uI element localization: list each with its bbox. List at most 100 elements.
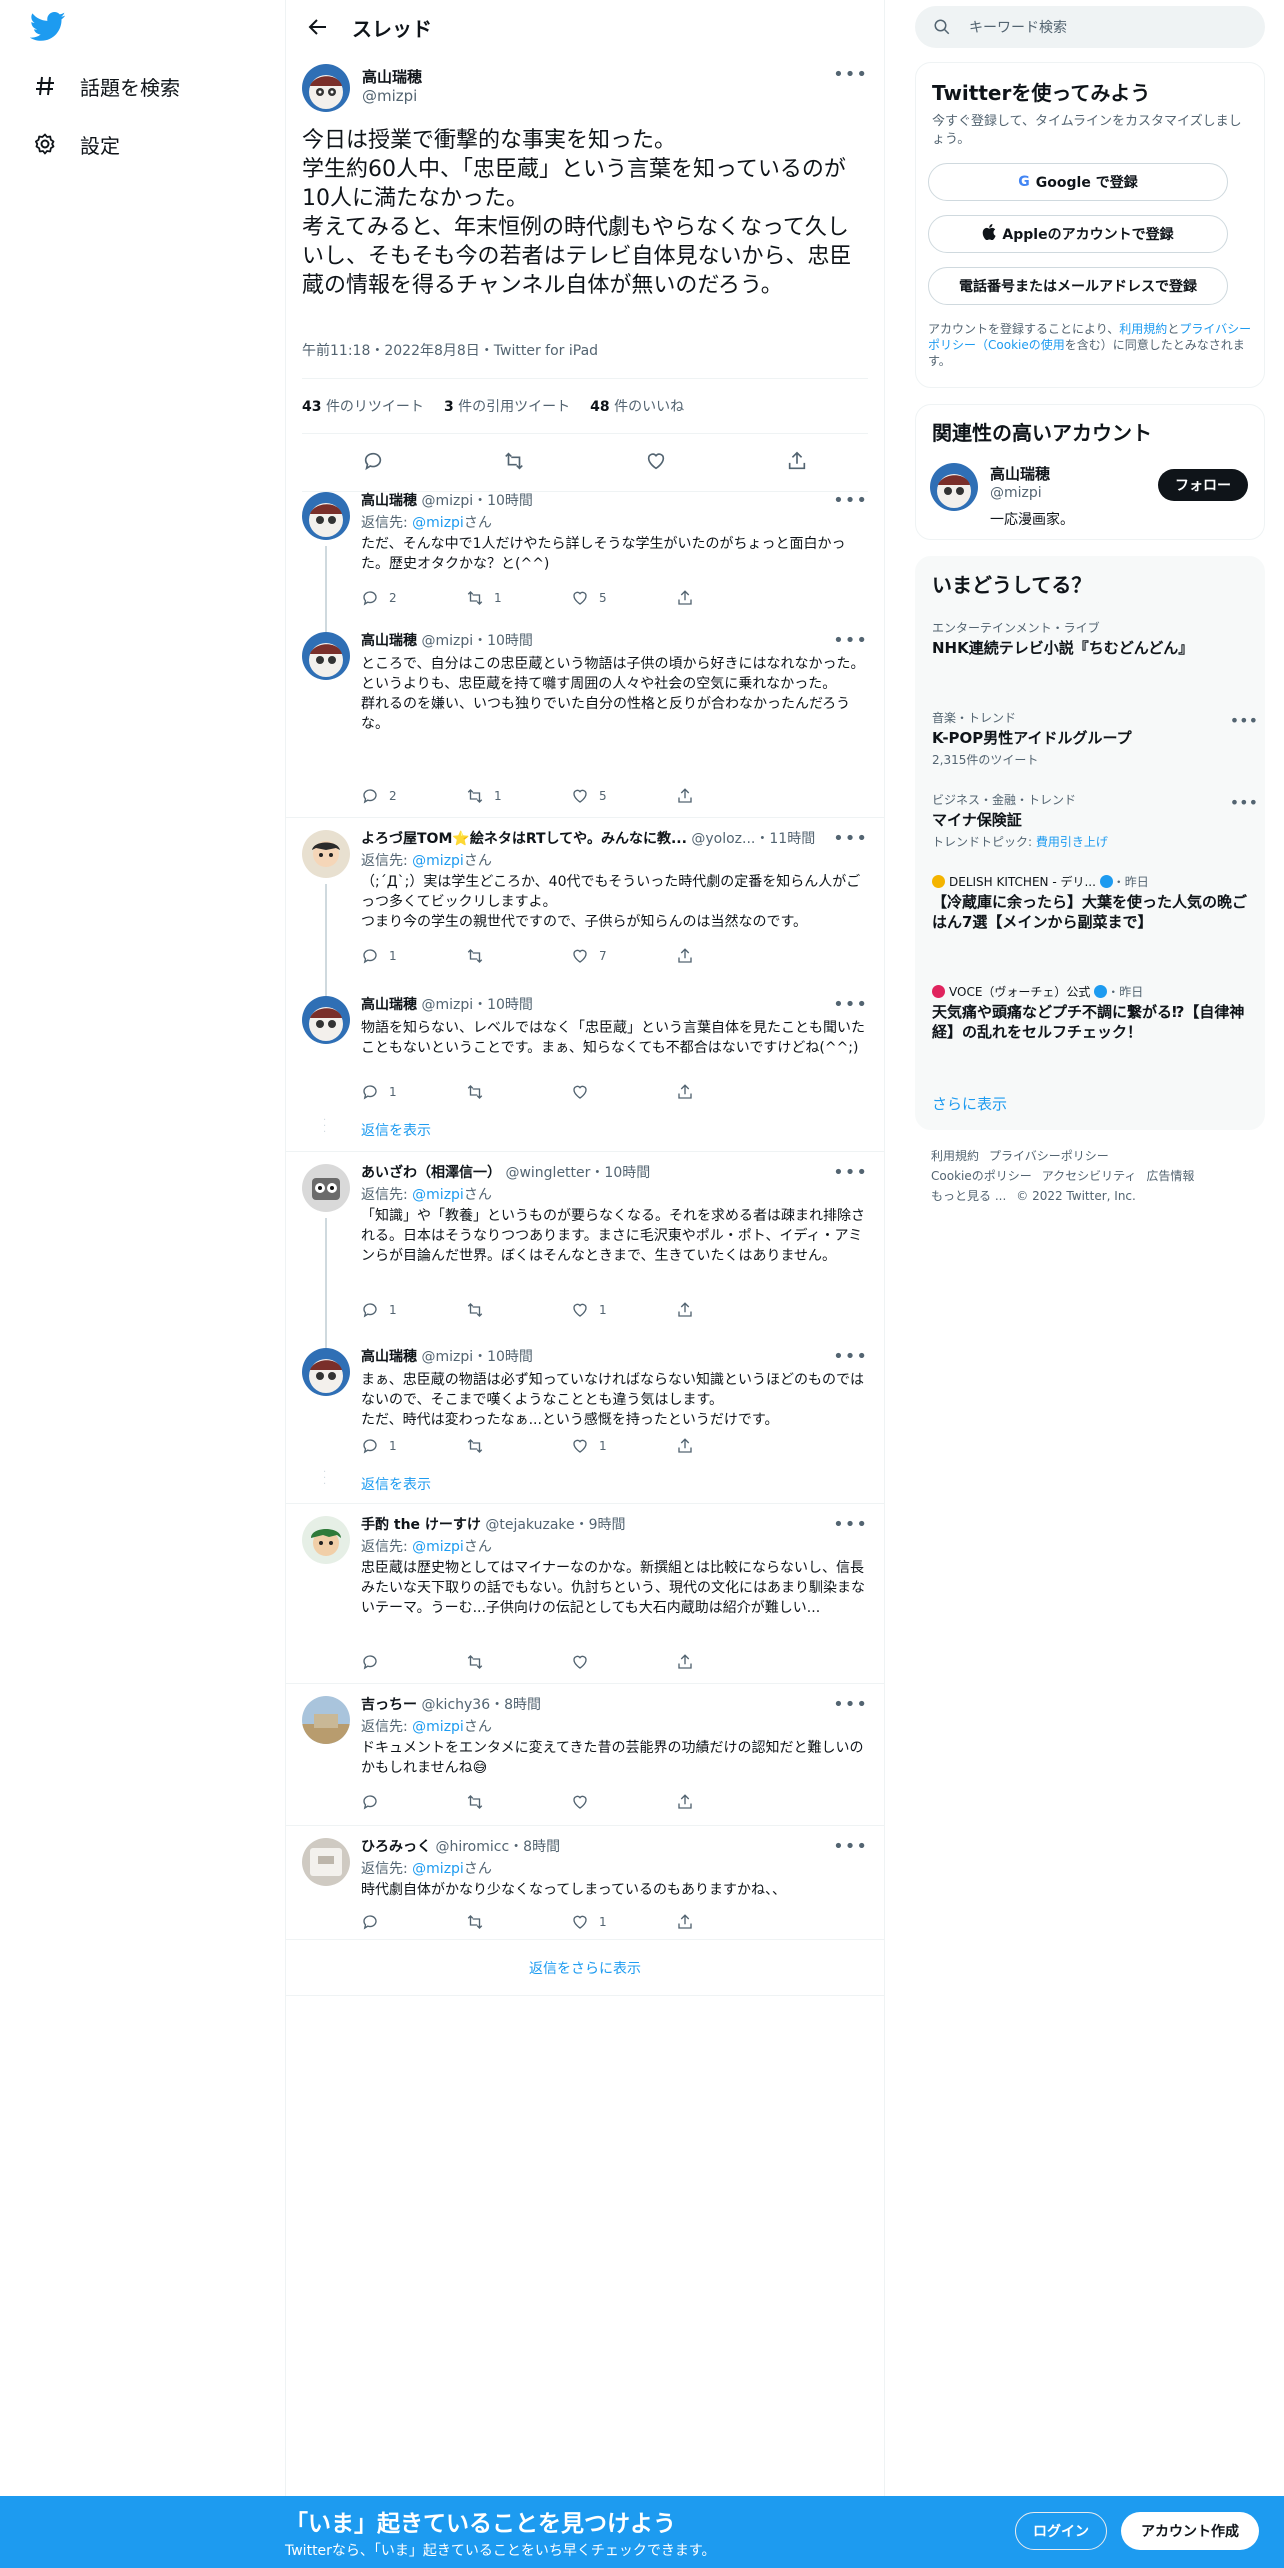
- reply-author-handle[interactable]: @mizpi: [421, 633, 473, 649]
- terms-link[interactable]: 利用規約: [1119, 322, 1167, 336]
- reply-author-handle[interactable]: @mizpi: [421, 997, 473, 1013]
- reply-to-link[interactable]: @mizpi: [412, 853, 464, 869]
- share-button[interactable]: [676, 1436, 781, 1456]
- avatar[interactable]: [302, 996, 350, 1044]
- reply-button[interactable]: [361, 1912, 466, 1932]
- more-icon[interactable]: •••: [833, 64, 868, 85]
- trend-topic-link[interactable]: 費用引き上げ: [1036, 835, 1108, 849]
- reply-button[interactable]: 1: [361, 1436, 466, 1456]
- reply-button[interactable]: 2: [361, 588, 466, 608]
- google-signup-button[interactable]: G Google で登録: [928, 163, 1228, 201]
- avatar[interactable]: [302, 830, 350, 878]
- retweet-count-link[interactable]: 43 件のリツイート: [302, 396, 424, 416]
- reply-tweet[interactable]: ••• よろづ屋TOM⭐絵ネタはRTしてや。みんなに教... @yoloz...…: [286, 818, 884, 984]
- retweet-button[interactable]: [466, 1082, 571, 1102]
- avatar[interactable]: [930, 463, 978, 511]
- reply-icon[interactable]: [362, 450, 384, 476]
- phone-email-signup-button[interactable]: 電話番号またはメールアドレスで登録: [928, 267, 1228, 305]
- nav-settings[interactable]: 設定: [30, 124, 120, 164]
- related-handle[interactable]: @mizpi: [990, 485, 1042, 501]
- reply-to-link[interactable]: @mizpi: [412, 1539, 464, 1555]
- reply-to-link[interactable]: @mizpi: [412, 1861, 464, 1877]
- trend-item[interactable]: ビジネス・金融・トレンド マイナ保険証 トレンドトピック: 費用引き上げ •••: [932, 791, 1258, 850]
- trend-item[interactable]: 音楽・トレンド K-POP男性アイドルグループ 2,315件のツイート •••: [932, 709, 1258, 768]
- like-button[interactable]: [571, 1652, 676, 1672]
- share-button[interactable]: [676, 1792, 781, 1812]
- like-button[interactable]: 7: [571, 946, 676, 966]
- reply-tweet[interactable]: ••• 高山瑞穂 @mizpi・10時間 まぁ、忠臣蔵の物語は必ず知っていなけれ…: [286, 1336, 884, 1504]
- reply-button[interactable]: 2: [361, 786, 466, 806]
- retweet-button[interactable]: 1: [466, 786, 571, 806]
- reply-button[interactable]: 1: [361, 1300, 466, 1320]
- reply-author-name[interactable]: あいざわ（相澤信一）: [361, 1165, 501, 1181]
- retweet-button[interactable]: [466, 1792, 571, 1812]
- reply-tweet[interactable]: ••• 高山瑞穂 @mizpi・10時間 ところで、自分はこの忠臣蔵という物語は…: [286, 620, 884, 818]
- share-button[interactable]: [676, 1082, 781, 1102]
- reply-time[interactable]: ・10時間: [473, 1349, 533, 1365]
- reply-to-link[interactable]: @mizpi: [412, 515, 464, 531]
- share-button[interactable]: [676, 946, 781, 966]
- share-button[interactable]: [676, 1300, 781, 1320]
- footer-link[interactable]: もっと見る ...: [931, 1189, 1006, 1203]
- twitter-logo-icon[interactable]: [29, 12, 66, 48]
- avatar[interactable]: [302, 632, 350, 680]
- like-count-link[interactable]: 48 件のいいね: [590, 396, 684, 416]
- reply-time[interactable]: ・10時間: [590, 1165, 650, 1181]
- like-button[interactable]: [571, 1082, 676, 1102]
- tweet-meta[interactable]: 午前11:18・2022年8月8日・Twitter for iPad: [302, 340, 598, 360]
- author-handle[interactable]: @mizpi: [362, 87, 422, 105]
- reply-author-name[interactable]: 高山瑞穂: [361, 633, 417, 649]
- retweet-icon[interactable]: [503, 450, 525, 476]
- like-button[interactable]: 1: [571, 1912, 676, 1932]
- reply-author-handle[interactable]: @yoloz...: [691, 831, 755, 847]
- more-icon[interactable]: •••: [1230, 711, 1258, 730]
- retweet-button[interactable]: [466, 1300, 571, 1320]
- reply-time[interactable]: ・8時間: [509, 1839, 560, 1855]
- share-button[interactable]: [676, 588, 781, 608]
- like-button[interactable]: 5: [571, 786, 676, 806]
- like-button[interactable]: [571, 1792, 676, 1812]
- reply-button[interactable]: 1: [361, 946, 466, 966]
- nav-explore[interactable]: 話題を検索: [30, 66, 180, 106]
- login-button[interactable]: ログイン: [1015, 2512, 1107, 2550]
- reply-time[interactable]: ・9時間: [575, 1517, 626, 1533]
- footer-link[interactable]: プライバシーポリシー: [989, 1149, 1109, 1163]
- reply-author-handle[interactable]: @tejakuzake: [485, 1517, 574, 1533]
- related-name[interactable]: 高山瑞穂: [990, 463, 1050, 484]
- reply-author-handle[interactable]: @mizpi: [421, 493, 473, 509]
- reply-tweet[interactable]: ••• あいざわ（相澤信一） @wingletter・10時間 返信先: @mi…: [286, 1152, 884, 1336]
- author-name[interactable]: 高山瑞穂: [362, 66, 422, 87]
- footer-link[interactable]: アクセシビリティ: [1042, 1169, 1137, 1183]
- reply-author-name[interactable]: 高山瑞穂: [361, 493, 417, 509]
- search-bar[interactable]: キーワード検索: [915, 6, 1265, 48]
- share-button[interactable]: [676, 786, 781, 806]
- retweet-button[interactable]: [466, 946, 571, 966]
- show-replies-link[interactable]: 返信を表示: [361, 1120, 431, 1140]
- reply-button[interactable]: [361, 1792, 466, 1812]
- reply-button[interactable]: [361, 1652, 466, 1672]
- share-icon[interactable]: [786, 450, 808, 476]
- reply-to-link[interactable]: @mizpi: [412, 1187, 464, 1203]
- apple-signup-button[interactable]: Appleのアカウントで登録: [928, 215, 1228, 253]
- share-button[interactable]: [676, 1912, 781, 1932]
- avatar[interactable]: [302, 64, 350, 112]
- avatar[interactable]: [302, 1696, 350, 1744]
- reply-author-name[interactable]: 吉っちー: [361, 1697, 417, 1713]
- like-icon[interactable]: [645, 450, 667, 476]
- reply-time[interactable]: ・10時間: [473, 493, 533, 509]
- back-arrow-icon[interactable]: [300, 9, 336, 45]
- reply-tweet[interactable]: ••• 高山瑞穂 @mizpi・10時間 返信先: @mizpiさん ただ、そん…: [286, 480, 884, 626]
- reply-time[interactable]: ・10時間: [473, 997, 533, 1013]
- reply-author-handle[interactable]: @mizpi: [421, 1349, 473, 1365]
- avatar[interactable]: [302, 1516, 350, 1564]
- reply-time[interactable]: ・11時間: [755, 831, 815, 847]
- news-item[interactable]: DELISH KITCHEN - デリ... ・昨日 【冷蔵庫に余ったら】大葉を…: [932, 873, 1252, 932]
- retweet-button[interactable]: [466, 1652, 571, 1672]
- reply-tweet[interactable]: ••• 吉っちー @kichy36・8時間 返信先: @mizpiさん ドキュメ…: [286, 1684, 884, 1826]
- more-icon[interactable]: •••: [1230, 793, 1258, 812]
- reply-tweet[interactable]: ••• 手酌 the けーすけ @tejakuzake・9時間 返信先: @mi…: [286, 1504, 884, 1684]
- like-button[interactable]: 1: [571, 1436, 676, 1456]
- like-button[interactable]: 5: [571, 588, 676, 608]
- retweet-button[interactable]: [466, 1436, 571, 1456]
- reply-author-handle[interactable]: @wingletter: [505, 1165, 590, 1181]
